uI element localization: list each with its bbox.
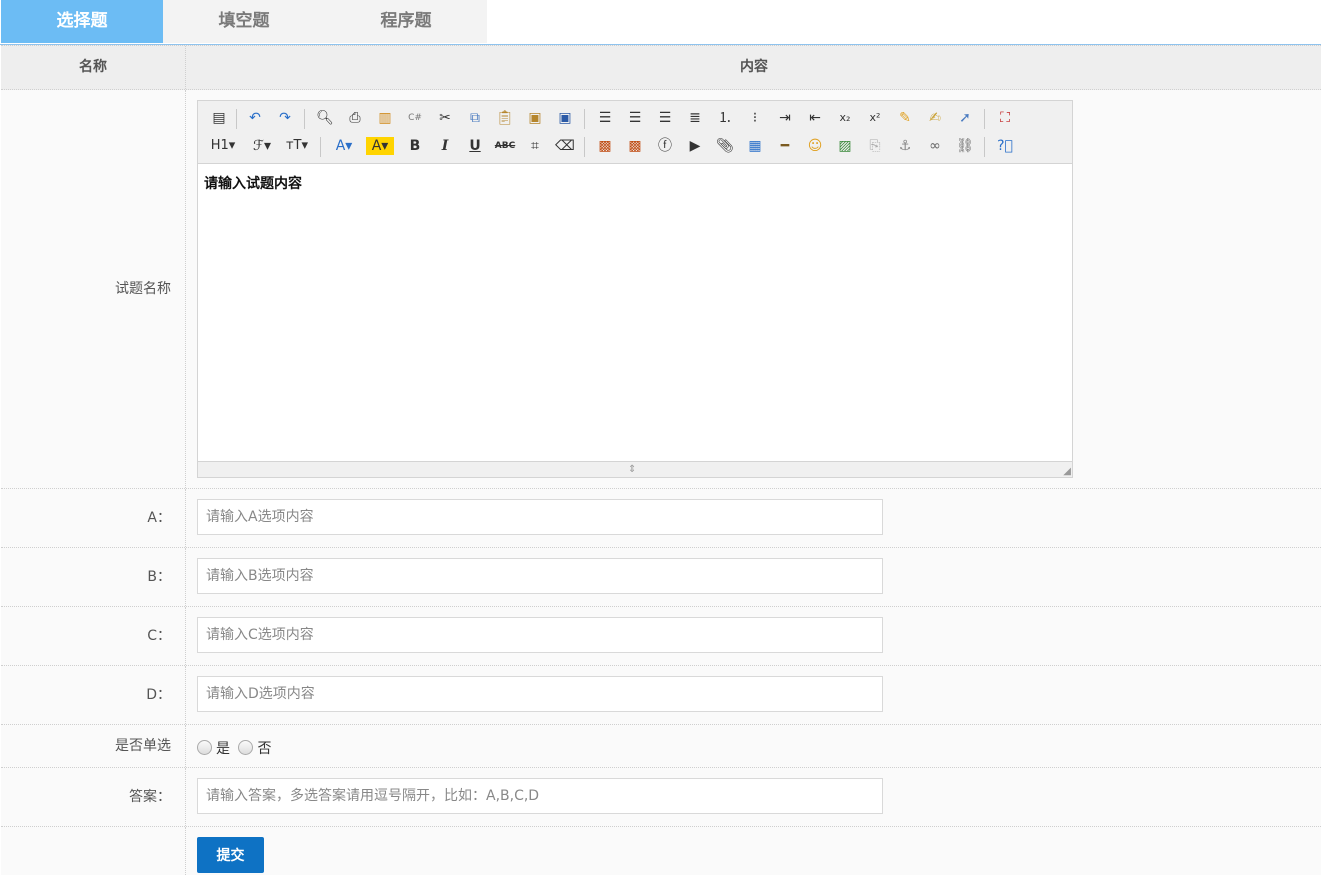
font-size-icon[interactable]: тT▾: [282, 135, 312, 157]
fullscreen-icon[interactable]: ⛶: [994, 107, 1016, 129]
redo-icon[interactable]: ↷: [274, 107, 296, 129]
tab-fill-blank[interactable]: 填空题: [163, 0, 325, 43]
radio-no[interactable]: [238, 740, 254, 755]
heading-icon[interactable]: H1▾: [206, 135, 240, 157]
option-b-label: B：: [1, 548, 186, 606]
print-icon[interactable]: ⎙: [344, 107, 366, 129]
code-icon[interactable]: C#: [404, 107, 426, 129]
option-c-input[interactable]: [197, 617, 883, 653]
copy-icon[interactable]: ⧉: [464, 107, 486, 129]
tab-bar: 选择题 填空题 程序题: [0, 0, 1321, 45]
template-icon[interactable]: ▥: [374, 107, 396, 129]
map-icon[interactable]: ▨: [834, 135, 856, 157]
help-icon[interactable]: ?⃝: [994, 135, 1016, 157]
radio-yes[interactable]: [197, 740, 212, 755]
editor-content-area[interactable]: 请输入试题内容: [198, 163, 1072, 462]
radio-no-label[interactable]: 否: [257, 741, 271, 757]
resize-grip-icon[interactable]: ⇕: [628, 464, 636, 475]
align-left-icon[interactable]: ☰: [594, 107, 616, 129]
line-height-icon[interactable]: ⌗: [524, 135, 546, 157]
paste-icon[interactable]: 📋︎: [494, 107, 516, 129]
highlight-icon[interactable]: A▾: [366, 137, 394, 155]
font-family-icon[interactable]: ℱ▾: [248, 135, 276, 157]
submit-button[interactable]: 提交: [197, 837, 264, 873]
option-row-b: B：: [1, 548, 1321, 607]
preview-icon[interactable]: 🔍︎: [314, 107, 336, 129]
font-color-icon[interactable]: A▾: [330, 135, 358, 157]
media-icon[interactable]: ▶: [684, 135, 706, 157]
answer-input[interactable]: [197, 778, 883, 814]
subscript-icon[interactable]: x₂: [834, 107, 856, 129]
option-a-label: A：: [1, 489, 186, 547]
undo-icon[interactable]: ↶: [244, 107, 266, 129]
link-icon[interactable]: ∞: [924, 135, 946, 157]
multi-image-icon[interactable]: ▩: [624, 135, 646, 157]
italic-icon[interactable]: I: [434, 135, 456, 157]
bold-icon[interactable]: B: [404, 135, 426, 157]
emoticon-icon[interactable]: ☺: [804, 135, 826, 157]
paste-plain-icon[interactable]: ▣: [524, 107, 546, 129]
table-header: 名称 内容: [1, 45, 1321, 90]
outdent-icon[interactable]: ⇤: [804, 107, 826, 129]
strikethrough-icon[interactable]: ABC: [494, 135, 516, 157]
single-choice-row: 是否单选 是 否: [1, 725, 1321, 768]
option-row-a: A：: [1, 489, 1321, 548]
question-label: 试题名称: [1, 90, 186, 488]
indent-icon[interactable]: ⇥: [774, 107, 796, 129]
rich-text-editor: ▤ ↶ ↷ 🔍︎ ⎙ ▥ C# ✂ ⧉ 📋︎ ▣ ▣ ☰ ☰ ☰ ≣ ⒈ ⁝ ⇥…: [197, 100, 1073, 478]
option-d-input[interactable]: [197, 676, 883, 712]
align-center-icon[interactable]: ☰: [624, 107, 646, 129]
answer-label: 答案：: [1, 768, 186, 826]
pagebreak-icon[interactable]: ⎘: [864, 135, 886, 157]
editor-statusbar: ⇕ ◢: [198, 461, 1072, 477]
flash-icon[interactable]: ⓕ: [654, 135, 676, 157]
hr-icon[interactable]: ━: [774, 135, 796, 157]
submit-row: 提交: [1, 827, 1321, 875]
tab-choice[interactable]: 选择题: [1, 0, 163, 43]
editor-placeholder-text: 请输入试题内容: [204, 176, 302, 192]
option-row-c: C：: [1, 607, 1321, 666]
content-column-header: 内容: [740, 59, 768, 75]
unordered-list-icon[interactable]: ⁝: [744, 107, 766, 129]
justify-icon[interactable]: ≣: [684, 107, 706, 129]
tab-program[interactable]: 程序题: [325, 0, 487, 43]
name-column-header: 名称: [1, 46, 186, 89]
superscript-icon[interactable]: x²: [864, 107, 886, 129]
anchor-icon[interactable]: ⚓: [894, 135, 916, 157]
option-b-input[interactable]: [197, 558, 883, 594]
clear-format-icon[interactable]: ✎: [894, 107, 916, 129]
image-icon[interactable]: ▩: [594, 135, 616, 157]
single-choice-label: 是否单选: [1, 725, 186, 767]
select-all-icon[interactable]: ✍: [924, 107, 946, 129]
option-row-d: D：: [1, 666, 1321, 725]
question-row: 试题名称 ▤ ↶ ↷ 🔍︎ ⎙ ▥ C# ✂ ⧉ 📋︎ ▣ ▣ ☰ ☰ ☰ ≣ …: [1, 90, 1321, 489]
unlink-icon[interactable]: ⛓: [954, 135, 976, 157]
table-icon[interactable]: ▦: [744, 135, 766, 157]
align-right-icon[interactable]: ☰: [654, 107, 676, 129]
attachment-icon[interactable]: 📎︎: [714, 135, 736, 157]
cut-icon[interactable]: ✂: [434, 107, 456, 129]
option-c-label: C：: [1, 607, 186, 665]
paste-word-icon[interactable]: ▣: [554, 107, 576, 129]
radio-yes-label[interactable]: 是: [216, 741, 230, 757]
eraser-icon[interactable]: ⌫: [554, 135, 576, 157]
option-d-label: D：: [1, 666, 186, 724]
question-form-table: 名称 内容 试题名称 ▤ ↶ ↷ 🔍︎ ⎙ ▥ C# ✂ ⧉ 📋︎ ▣ ▣ ☰ …: [1, 45, 1321, 875]
cursor-icon[interactable]: ➚: [954, 107, 976, 129]
ordered-list-icon[interactable]: ⒈: [714, 107, 736, 129]
source-icon[interactable]: ▤: [208, 107, 230, 129]
option-a-input[interactable]: [197, 499, 883, 535]
answer-row: 答案：: [1, 768, 1321, 827]
editor-toolbar: ▤ ↶ ↷ 🔍︎ ⎙ ▥ C# ✂ ⧉ 📋︎ ▣ ▣ ☰ ☰ ☰ ≣ ⒈ ⁝ ⇥…: [198, 101, 1072, 164]
underline-icon[interactable]: U: [464, 135, 486, 157]
resize-corner-icon[interactable]: ◢: [1063, 466, 1071, 477]
